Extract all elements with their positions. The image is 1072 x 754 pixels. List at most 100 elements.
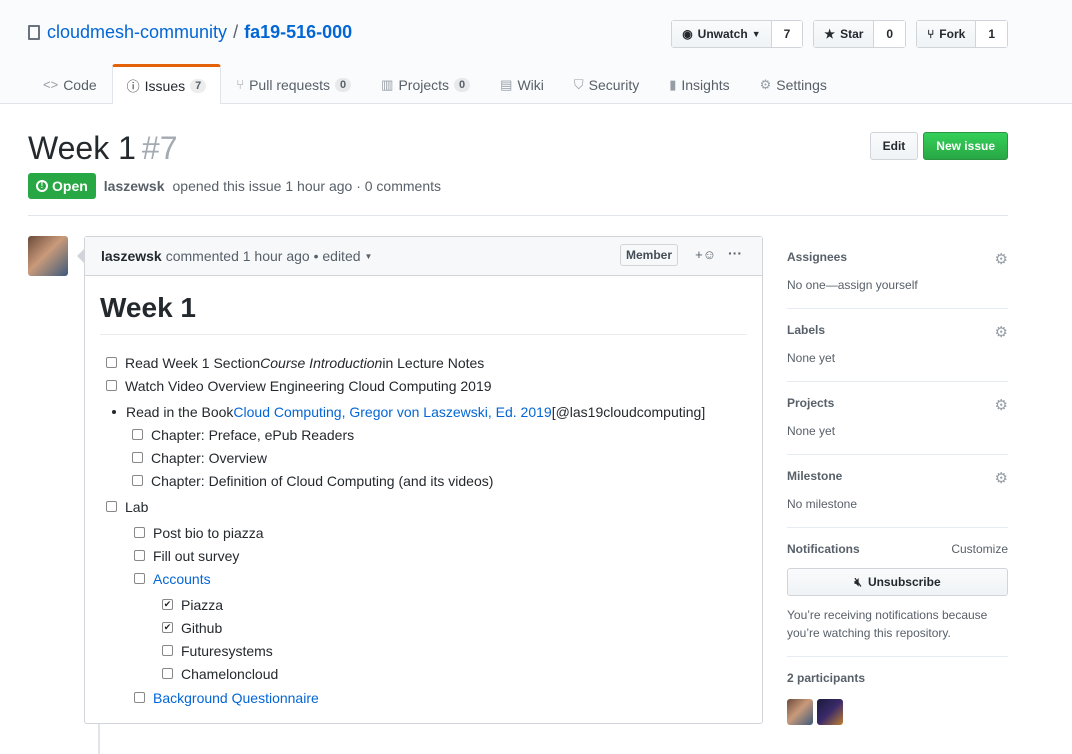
tab-insights[interactable]: ▮ Insights xyxy=(654,64,744,104)
comment-author-link[interactable]: laszewsk xyxy=(101,248,162,264)
repo-actions: ◉ Unwatch ▼ 7 ★ Star 0 ⑂ Fork 1 xyxy=(671,20,1008,48)
tab-code[interactable]: <> Code xyxy=(28,64,112,104)
forks-count[interactable]: 1 xyxy=(976,21,1007,47)
task-text: Fill out survey xyxy=(153,547,240,564)
repo-header: cloudmesh-community / fa19-516-000 ◉ Unwa… xyxy=(0,0,1072,104)
task-item: ✔ Piazza xyxy=(100,593,747,616)
star-button[interactable]: ★ Star xyxy=(814,21,875,47)
assignees-value[interactable]: No one—assign yourself xyxy=(787,276,1008,294)
task-item: Chapter: Preface, ePub Readers xyxy=(100,423,747,446)
issue-header-actions: Edit New issue xyxy=(869,132,1008,160)
projects-value: None yet xyxy=(787,424,836,438)
bullet-icon xyxy=(112,409,116,414)
unsubscribe-label: Unsubscribe xyxy=(867,575,941,589)
labels-heading[interactable]: Labels xyxy=(787,323,1008,337)
task-checkbox[interactable] xyxy=(106,357,117,368)
task-text: Chameloncloud xyxy=(181,665,279,682)
projects-heading[interactable]: Projects xyxy=(787,396,1008,410)
chevron-down-icon[interactable]: ▼ xyxy=(365,252,373,261)
new-issue-button[interactable]: New issue xyxy=(923,132,1008,160)
unsubscribe-button[interactable]: 🔇︎ Unsubscribe xyxy=(787,568,1008,596)
fork-button-group: ⑂ Fork 1 xyxy=(916,20,1008,48)
sidebar-participants: 2 participants xyxy=(787,657,1008,739)
gear-icon[interactable]: ⚙ xyxy=(995,250,1008,268)
task-checkbox[interactable] xyxy=(134,527,145,538)
add-reaction-icon[interactable]: +☺ xyxy=(695,247,716,262)
pulls-counter: 0 xyxy=(335,77,352,92)
mute-icon: 🔇︎ xyxy=(854,574,862,589)
repo-owner-link[interactable]: cloudmesh-community xyxy=(47,22,227,43)
task-checkbox[interactable] xyxy=(134,692,145,703)
tab-issues[interactable]: ⓘ Issues 7 xyxy=(111,64,222,104)
gear-icon[interactable]: ⚙ xyxy=(995,396,1008,414)
participant-avatar[interactable] xyxy=(787,699,813,725)
tab-security[interactable]: ⛉ Security xyxy=(559,64,654,104)
tab-security-label: Security xyxy=(588,76,640,93)
sidebar-labels: Labels ⚙ None yet xyxy=(787,309,1008,382)
sidebar-notifications: Notifications Customize 🔇︎ Unsubscribe You… xyxy=(787,528,1008,657)
tab-wiki[interactable]: ▤ Wiki xyxy=(485,64,559,104)
task-checkbox[interactable] xyxy=(162,668,173,679)
repo-name-link[interactable]: fa19-516-000 xyxy=(244,22,352,43)
issue-number: #7 xyxy=(141,130,178,166)
task-checkbox[interactable] xyxy=(132,475,143,486)
task-text: Chapter: Definition of Cloud Computing (… xyxy=(151,472,494,489)
task-item: Watch Video Overview Engineering Cloud C… xyxy=(100,374,747,397)
task-checkbox[interactable] xyxy=(134,550,145,561)
task-text: Read Week 1 Section xyxy=(125,354,261,371)
task-text: Watch Video Overview Engineering Cloud C… xyxy=(125,377,492,394)
task-text: Github xyxy=(181,619,223,636)
notifications-text: You’re receiving notifications because y… xyxy=(787,608,988,640)
task-item: Chapter: Definition of Cloud Computing (… xyxy=(100,469,747,492)
stars-count[interactable]: 0 xyxy=(874,21,906,47)
watch-button-group: ◉ Unwatch ▼ 7 xyxy=(671,20,804,48)
star-label: Star xyxy=(840,27,864,41)
task-checkbox[interactable] xyxy=(106,501,117,512)
tab-projects[interactable]: ▥ Projects 0 xyxy=(366,64,485,104)
task-text-tail: in Lecture Notes xyxy=(382,354,485,371)
task-text: Chapter: Preface, ePub Readers xyxy=(151,426,355,443)
tab-insights-label: Insights xyxy=(681,76,730,93)
status-badge: ! Open xyxy=(28,173,96,199)
task-checkbox[interactable] xyxy=(132,452,143,463)
task-item: Read Week 1 Section Course Introduction … xyxy=(100,351,747,374)
tab-settings-label: Settings xyxy=(776,76,827,93)
comment-body: Week 1 Read Week 1 Section Course Introd… xyxy=(85,276,762,725)
gear-icon[interactable]: ⚙ xyxy=(995,469,1008,487)
star-icon: ★ xyxy=(824,27,836,41)
repo-icon xyxy=(28,25,40,40)
list-item: Read in the Book Cloud Computing, Gregor… xyxy=(100,400,747,423)
list-text: Read in the Book xyxy=(126,403,234,420)
customize-link[interactable]: Customize xyxy=(951,542,1008,556)
participants-heading: 2 participants xyxy=(787,671,866,685)
shield-icon: ⛉ xyxy=(573,76,584,92)
task-checkbox-checked[interactable]: ✔ xyxy=(162,599,173,610)
participant-avatar[interactable] xyxy=(817,699,843,725)
assignees-heading[interactable]: Assignees xyxy=(787,250,1008,264)
accounts-link[interactable]: Accounts xyxy=(153,571,211,587)
book-link[interactable]: Cloud Computing, Gregor von Laszewski, E… xyxy=(233,404,551,420)
questionnaire-link[interactable]: Background Questionnaire xyxy=(153,690,319,706)
edit-button[interactable]: Edit xyxy=(869,132,919,160)
watchers-count[interactable]: 7 xyxy=(771,21,803,47)
milestone-heading[interactable]: Milestone xyxy=(787,469,1008,483)
task-text: Futuresystems xyxy=(181,642,273,659)
task-checkbox[interactable] xyxy=(162,645,173,656)
task-checkbox-checked[interactable]: ✔ xyxy=(162,622,173,633)
tab-settings[interactable]: ⚙ Settings xyxy=(745,64,842,104)
task-checkbox[interactable] xyxy=(134,573,145,584)
fork-button[interactable]: ⑂ Fork xyxy=(917,21,977,47)
citation-text: [@las19cloudcomputing] xyxy=(551,403,706,420)
comment-time[interactable]: commented 1 hour ago • edited xyxy=(166,248,361,264)
unwatch-button[interactable]: ◉ Unwatch ▼ xyxy=(672,21,772,47)
task-checkbox[interactable] xyxy=(132,429,143,440)
issue-author-link[interactable]: laszewsk xyxy=(104,178,165,194)
task-checkbox[interactable] xyxy=(106,380,117,391)
gear-icon[interactable]: ⚙ xyxy=(995,323,1008,341)
kebab-menu-icon[interactable]: ··· xyxy=(728,245,742,261)
timeline-line xyxy=(98,724,100,754)
tab-pull-requests[interactable]: ⑂ Pull requests 0 xyxy=(221,64,366,104)
avatar[interactable] xyxy=(28,236,68,276)
repo-separator: / xyxy=(233,22,239,42)
tab-code-label: Code xyxy=(63,76,97,93)
